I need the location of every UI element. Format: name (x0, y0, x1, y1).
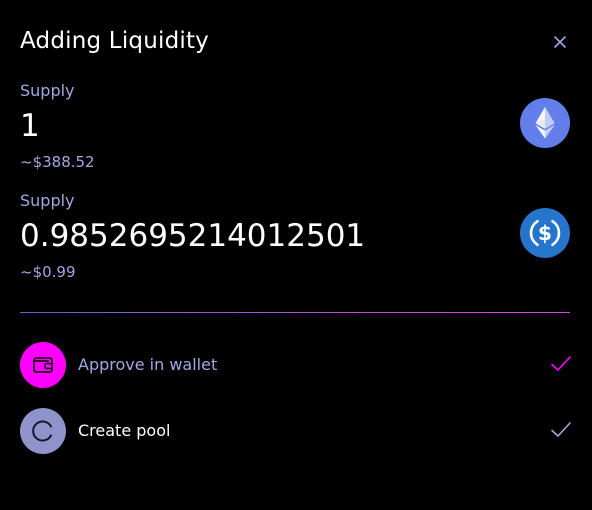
step-approve-in-wallet: Approve in wallet (20, 342, 572, 388)
supply-amount: 0.9852695214012501 (20, 218, 366, 254)
supply-usd-value: ~$0.99 (20, 263, 76, 281)
supply-row-eth: Supply 1 ~$388.52 (20, 80, 572, 171)
step-create-pool: Create pool (20, 408, 572, 454)
step-label: Approve in wallet (78, 355, 218, 374)
supply-label: Supply (20, 191, 75, 210)
usdc-icon: $ (520, 208, 570, 258)
spinner-icon (20, 408, 66, 454)
supply-usd-value: ~$388.52 (20, 153, 95, 171)
svg-text:$: $ (538, 221, 552, 245)
section-divider (20, 312, 570, 313)
wallet-icon (20, 342, 66, 388)
close-button[interactable] (548, 30, 572, 54)
checkmark-icon (550, 419, 572, 441)
supply-row-usdc: Supply 0.9852695214012501 ~$0.99 $ (20, 190, 572, 281)
modal-title: Adding Liquidity (20, 28, 209, 54)
step-label: Create pool (78, 421, 171, 440)
ethereum-icon (520, 98, 570, 148)
close-icon (554, 36, 566, 48)
supply-amount: 1 (20, 108, 40, 144)
supply-label: Supply (20, 81, 75, 100)
checkmark-icon (550, 353, 572, 375)
adding-liquidity-modal: Adding Liquidity Supply 1 ~$388.52 Suppl… (0, 0, 592, 510)
